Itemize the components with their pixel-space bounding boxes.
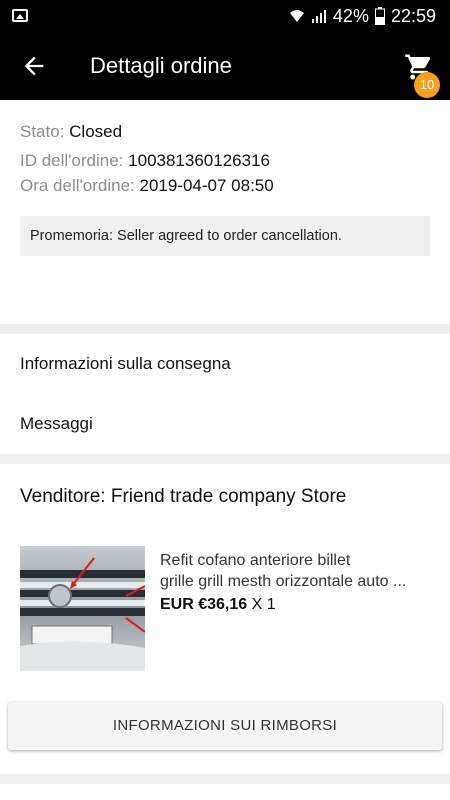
- price-row: EUR €36,16 X 1: [160, 596, 276, 614]
- cart-count-badge: 10: [414, 72, 440, 98]
- order-time-row: Ora dell'ordine: 2019-04-07 08:50: [20, 176, 274, 196]
- product-title-line1[interactable]: Refit cofano anteriore billet: [160, 550, 435, 571]
- app-bar: Dettagli ordine 10: [0, 32, 450, 100]
- product-quantity: X 1: [251, 596, 276, 613]
- image-notification-icon: [12, 9, 28, 22]
- product-price: EUR €36,16: [160, 596, 248, 613]
- order-status-row: Stato: Closed: [20, 122, 122, 142]
- status-indicators: 42% 22:59: [289, 6, 436, 26]
- wifi-icon: [289, 10, 304, 22]
- order-time-value: 2019-04-07 08:50: [139, 176, 274, 195]
- messages-link[interactable]: Messaggi: [0, 394, 450, 454]
- next-card-edge: [0, 784, 450, 800]
- back-arrow-icon[interactable]: [20, 52, 48, 80]
- page-title: Dettagli ordine: [90, 53, 232, 78]
- seller-name[interactable]: Venditore: Friend trade company Store: [20, 486, 346, 508]
- order-id-row: ID dell'ordine: 100381360126316: [20, 151, 270, 171]
- status-bar: 42% 22:59: [0, 0, 450, 32]
- order-id-value: 100381360126316: [128, 151, 270, 170]
- order-time-label: Ora dell'ordine:: [20, 176, 135, 195]
- clock: 22:59: [390, 5, 436, 26]
- order-info-card: Stato: Closed ID dell'ordine: 1003813601…: [0, 100, 450, 324]
- status-value: Closed: [69, 122, 123, 141]
- reminder-note: Promemoria: Seller agreed to order cance…: [20, 216, 430, 256]
- battery-icon: [374, 7, 385, 25]
- battery-percent: 42%: [332, 5, 369, 26]
- product-image[interactable]: [20, 546, 145, 671]
- signal-icon: [311, 10, 326, 23]
- refund-info-button[interactable]: INFORMAZIONI SUI RIMBORSI: [8, 702, 442, 750]
- delivery-info-link[interactable]: Informazioni sulla consegna: [0, 334, 450, 394]
- seller-card: Venditore: Friend trade company Store Re…: [0, 464, 450, 774]
- delivery-info-label: Informazioni sulla consegna: [20, 354, 231, 373]
- product-title-line2[interactable]: grille grill mesth orizzontale auto ...: [160, 571, 435, 592]
- status-label: Stato:: [20, 122, 65, 141]
- order-links-card: Informazioni sulla consegna Messaggi: [0, 334, 450, 454]
- messages-label: Messaggi: [20, 414, 93, 433]
- order-id-label: ID dell'ordine:: [20, 151, 124, 170]
